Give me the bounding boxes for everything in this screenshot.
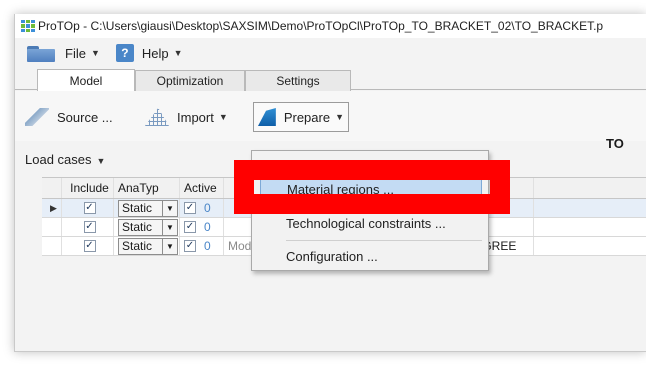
- anatyp-header: AnaTyp: [114, 178, 180, 198]
- active-checkbox[interactable]: ✓: [184, 240, 196, 252]
- menu-item-technological-constraints[interactable]: Technological constraints ...: [260, 213, 482, 233]
- tab-optimization[interactable]: Optimization: [135, 70, 245, 91]
- to-header: TO: [606, 136, 624, 151]
- menu-bar: File ▼ ? Help ▼: [15, 38, 646, 68]
- chevron-down-icon: ▼: [90, 48, 100, 58]
- help-icon: ?: [115, 44, 134, 62]
- active-checkbox[interactable]: ✓: [184, 202, 196, 214]
- include-checkbox[interactable]: ✓: [83, 202, 96, 214]
- mesh-import-icon: [145, 108, 169, 126]
- anatyp-select[interactable]: Static ▼: [118, 218, 178, 236]
- include-checkbox[interactable]: ✓: [83, 221, 96, 233]
- file-menu-label: File: [65, 45, 86, 61]
- tab-model[interactable]: Model: [37, 69, 135, 91]
- row-selector-header: [42, 178, 62, 198]
- dropdown-arrow-icon: ▼: [162, 200, 177, 216]
- tab-settings[interactable]: Settings: [245, 70, 351, 91]
- prepare-icon: [258, 108, 276, 126]
- include-checkbox[interactable]: ✓: [83, 240, 96, 252]
- file-menu[interactable]: File ▼: [27, 44, 100, 62]
- load-cases-dropdown[interactable]: Load cases ▼: [25, 152, 105, 167]
- anatyp-select[interactable]: Static ▼: [118, 199, 178, 217]
- folder-icon: [27, 44, 55, 62]
- source-button[interactable]: Source ...: [21, 102, 117, 132]
- title-bar: ProTOp - C:\Users\giausi\Desktop\SAXSIM\…: [15, 14, 646, 38]
- ribbon-toolbar: Source ... Import ▼ Prepare ▼: [15, 91, 646, 141]
- menu-item-configuration[interactable]: Configuration ...: [260, 246, 482, 266]
- source-icon: [25, 108, 49, 126]
- chevron-down-icon: ▼: [218, 112, 228, 122]
- chevron-down-icon: ▼: [173, 48, 183, 58]
- active-checkbox[interactable]: ✓: [184, 221, 196, 233]
- menu-separator: [286, 240, 482, 241]
- help-menu-label: Help: [141, 45, 169, 61]
- window-title: ProTOp - C:\Users\giausi\Desktop\SAXSIM\…: [38, 19, 604, 33]
- dropdown-arrow-icon: ▼: [162, 219, 177, 235]
- menu-item-material-regions[interactable]: Material regions ...: [260, 179, 482, 199]
- dropdown-arrow-icon: ▼: [162, 238, 177, 254]
- prepare-dropdown-menu: Material regions ... Technological const…: [251, 150, 489, 271]
- anatyp-select[interactable]: Static ▼: [118, 237, 178, 255]
- protop-app-icon: [21, 20, 35, 32]
- prepare-button[interactable]: Prepare ▼: [253, 102, 349, 132]
- row-selector-arrow-icon: ▶: [42, 199, 62, 217]
- menu-separator: [286, 206, 482, 207]
- help-menu[interactable]: ? Help ▼: [115, 44, 183, 62]
- include-header: Include: [62, 178, 114, 198]
- chevron-down-icon: ▼: [96, 155, 106, 166]
- chevron-down-icon: ▼: [335, 112, 344, 122]
- tab-strip: Model Optimization Settings: [15, 68, 646, 91]
- active-header: Active: [180, 178, 224, 198]
- import-button[interactable]: Import ▼: [141, 102, 232, 132]
